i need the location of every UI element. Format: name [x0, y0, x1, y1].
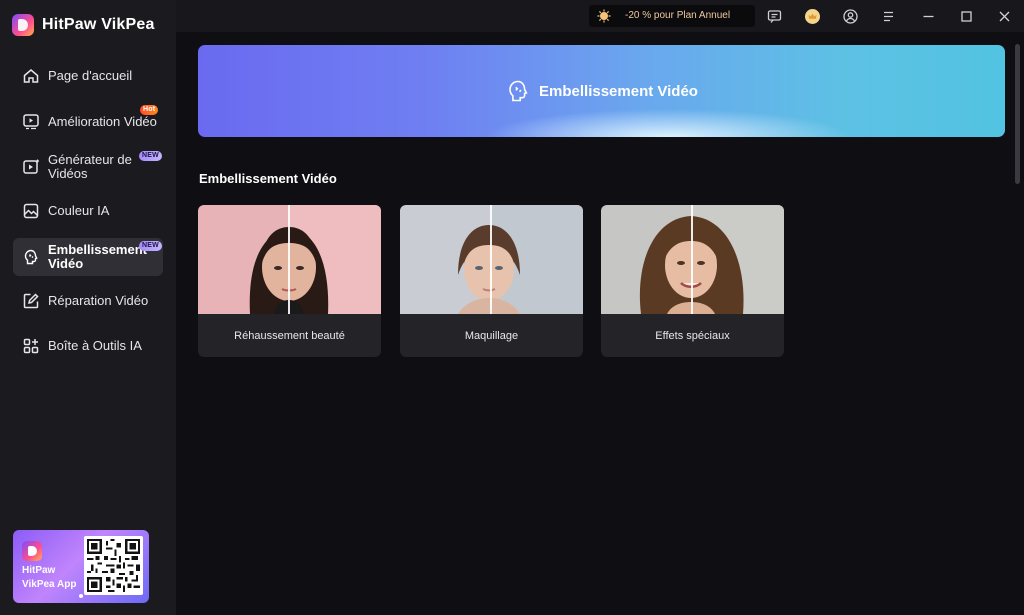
- beauty-icon: [509, 80, 528, 102]
- minimize-button[interactable]: [920, 8, 936, 24]
- sidebar-item-home[interactable]: Page d'accueil: [13, 57, 163, 95]
- mobile-app-promo[interactable]: HitPaw VikPea App: [13, 530, 149, 603]
- upgrade-button[interactable]: [804, 8, 820, 24]
- sidebar-item-video-generator[interactable]: Générateur de Vidéos NEW: [13, 147, 163, 187]
- video-generator-icon: [22, 158, 40, 176]
- card-label: Réhaussement beauté: [234, 329, 345, 342]
- sidebar-item-label: Amélioration Vidéo: [48, 114, 157, 129]
- feedback-icon: [767, 9, 781, 23]
- app-logo-icon: [22, 541, 42, 561]
- feature-card-makeup[interactable]: Maquillage: [400, 205, 583, 357]
- sidebar-item-label-line2: Vidéo: [48, 256, 84, 271]
- hero-title: Embellissement Vidéo: [539, 82, 698, 100]
- sidebar: HitPaw VikPea Page d'accueil Amélioratio…: [0, 0, 176, 615]
- sidebar-item-color[interactable]: Couleur IA: [13, 192, 163, 230]
- main-content: Embellissement Vidéo Embellissement Vidé…: [176, 32, 1024, 615]
- home-icon: [22, 67, 40, 85]
- promo-line1: HitPaw: [22, 565, 56, 576]
- feature-card-special-effects[interactable]: Effets spéciaux: [601, 205, 784, 357]
- sidebar-item-label: Réparation Vidéo: [48, 293, 149, 308]
- sidebar-item-label: Page d'accueil: [48, 68, 133, 83]
- card-label: Effets spéciaux: [655, 329, 730, 342]
- brand: HitPaw VikPea: [12, 14, 155, 36]
- card-thumbnail-image: [400, 205, 583, 314]
- card-label: Maquillage: [464, 329, 519, 342]
- offer-banner[interactable]: -20 % pour Plan Annuel: [589, 5, 755, 27]
- app-name: HitPaw VikPea: [42, 16, 155, 33]
- hot-badge: Hot: [140, 105, 159, 115]
- before-after-divider: [288, 205, 290, 314]
- color-icon: [22, 202, 40, 220]
- before-after-divider: [691, 205, 693, 314]
- sidebar-item-beauty[interactable]: Embellissement Vidéo NEW: [13, 238, 163, 276]
- before-after-divider: [490, 205, 492, 314]
- hero-banner[interactable]: Embellissement Vidéo: [198, 45, 1005, 137]
- carousel-dot[interactable]: [79, 594, 83, 598]
- toolbox-icon: [22, 337, 40, 355]
- new-badge: NEW: [139, 151, 162, 161]
- sidebar-item-label: Couleur IA: [48, 203, 110, 218]
- menu-icon: [883, 11, 893, 21]
- scrollbar[interactable]: [1015, 44, 1020, 184]
- new-badge: NEW: [139, 241, 162, 251]
- minimize-icon: [923, 15, 933, 17]
- sidebar-item-video-enhance[interactable]: Amélioration Vidéo Hot: [13, 102, 163, 140]
- title-bar: -20 % pour Plan Annuel: [176, 0, 1024, 32]
- crown-icon: [804, 8, 820, 24]
- video-enhance-icon: [22, 112, 40, 130]
- account-button[interactable]: [842, 8, 858, 24]
- close-button[interactable]: [996, 8, 1012, 24]
- feature-card-beauty-enhance[interactable]: Réhaussement beauté: [198, 205, 381, 357]
- promo-line2: VikPea App: [22, 579, 77, 590]
- card-thumbnail-image: [601, 205, 784, 314]
- sidebar-item-label-line1: Générateur de: [48, 152, 132, 167]
- maximize-button[interactable]: [958, 8, 974, 24]
- beauty-icon: [22, 248, 40, 266]
- sidebar-item-repair[interactable]: Réparation Vidéo: [13, 282, 163, 320]
- close-icon: [999, 11, 1009, 21]
- menu-button[interactable]: [880, 8, 896, 24]
- repair-icon: [22, 292, 40, 310]
- app-logo-icon: [12, 14, 34, 36]
- section-title: Embellissement Vidéo: [199, 171, 337, 186]
- maximize-icon: [960, 10, 972, 22]
- sidebar-item-label-line2: Vidéos: [48, 166, 88, 181]
- sidebar-item-toolbox[interactable]: Boîte à Outils IA: [13, 327, 163, 365]
- user-icon: [842, 8, 858, 24]
- offer-text: -20 % pour Plan Annuel: [625, 10, 731, 21]
- sidebar-item-label: Boîte à Outils IA: [48, 338, 142, 353]
- qr-code-icon: [84, 536, 143, 595]
- sidebar-item-label-line1: Embellissement: [48, 242, 147, 257]
- feedback-button[interactable]: [766, 8, 782, 24]
- card-thumbnail-image: [198, 205, 381, 314]
- sun-promo-icon: [597, 9, 611, 23]
